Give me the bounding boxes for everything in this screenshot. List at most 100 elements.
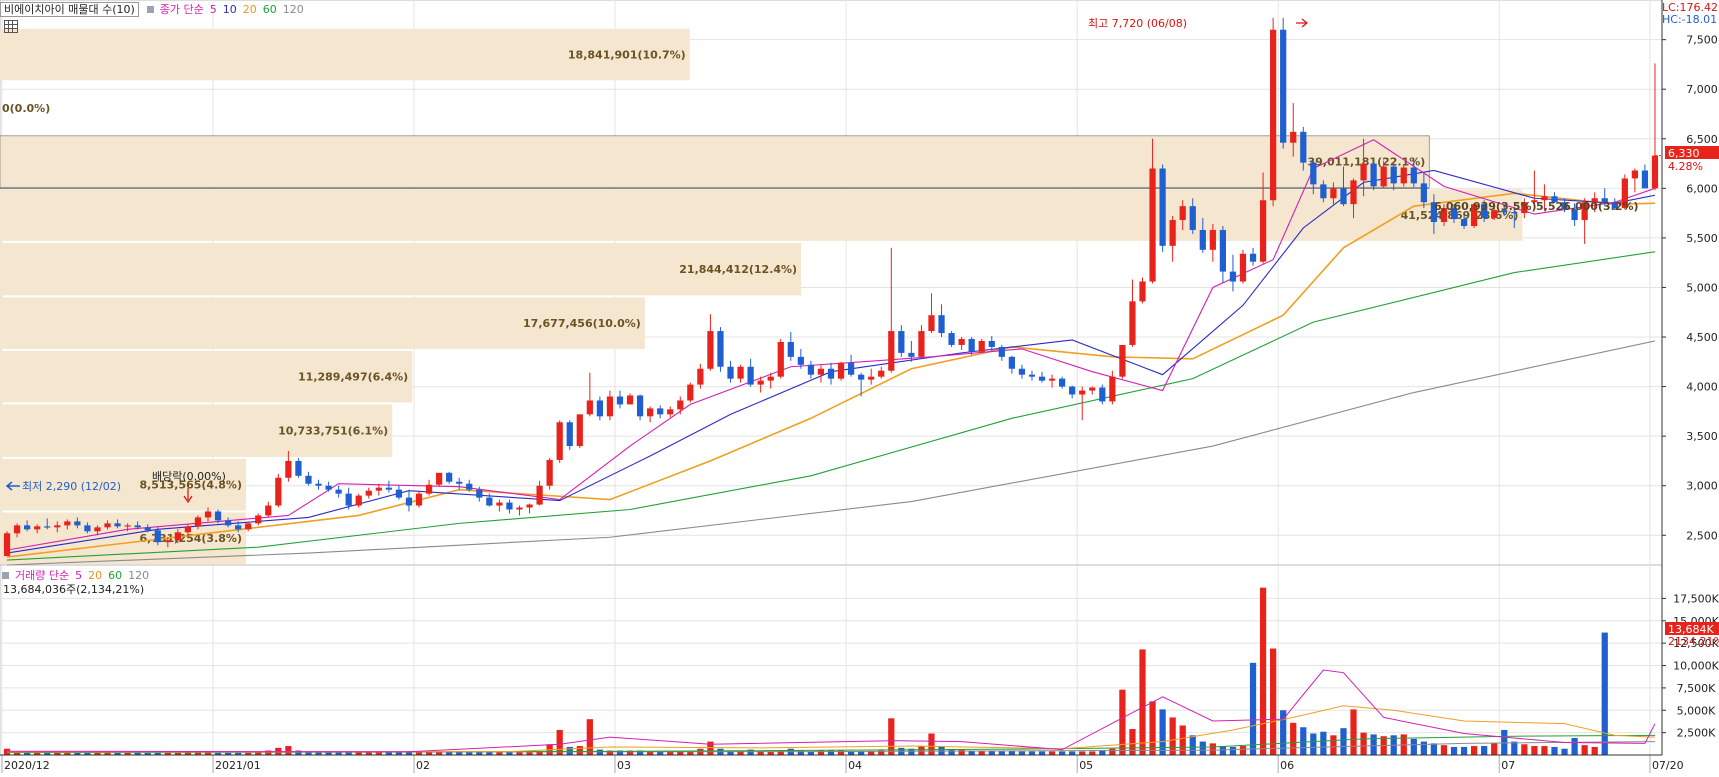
volume-moving-averages: [7, 669, 1656, 753]
candle-body: [1169, 220, 1176, 246]
volume-bar: [1340, 728, 1347, 755]
volume-bar: [1018, 751, 1026, 755]
x-tick-label: 07/20: [1652, 759, 1684, 772]
candle-body: [24, 525, 31, 530]
volume-bar: [1079, 751, 1086, 755]
price-tick-label: 2,500: [1686, 529, 1718, 542]
candle-body: [1290, 131, 1297, 143]
profile-bar: [0, 135, 1430, 188]
candle-body: [1129, 301, 1136, 345]
volume-grid: [0, 564, 1663, 756]
candle-body: [657, 408, 664, 415]
candle-body: [556, 422, 563, 460]
volume-bar: [285, 746, 292, 755]
volume-bar: [1581, 745, 1588, 755]
ticker-title[interactable]: 비에이치아이 매물대 수(10): [0, 2, 139, 17]
candle-body: [194, 517, 202, 527]
candle-body: [697, 368, 704, 385]
candle-body: [1330, 188, 1337, 199]
stock-chart[interactable]: 6,731,254(3.8%)8,513,565(4.8%)10,733,751…: [0, 0, 1719, 777]
current-price-change: 4.28%: [1668, 160, 1703, 173]
candle-body: [1249, 253, 1257, 262]
volume-bar: [1089, 751, 1096, 755]
candle-body: [3, 533, 11, 557]
candle-body: [1159, 168, 1166, 246]
price-tick-label: 3,500: [1686, 430, 1718, 443]
candle-body: [425, 484, 433, 494]
inline-profile-label-1: 6,060,939(3.5%): [1434, 200, 1537, 213]
volume-ma5-line: [7, 669, 1656, 753]
candle-body: [466, 483, 473, 490]
volume-bar: [918, 746, 925, 755]
candle-body: [1320, 184, 1327, 199]
candle-body: [858, 374, 865, 380]
candle-body: [255, 515, 262, 524]
current-volume-change: 2134.21%: [1668, 635, 1719, 648]
price-tick-label: 3,000: [1686, 480, 1718, 493]
candle-body: [1460, 219, 1468, 226]
candle-body: [807, 364, 815, 375]
candle-body: [496, 502, 503, 506]
candle-body: [707, 331, 714, 369]
volume-bar: [1249, 662, 1257, 755]
candle-body: [888, 331, 895, 371]
candle-body: [1018, 368, 1026, 375]
volume-bar: [1420, 741, 1427, 755]
candle-body: [727, 366, 734, 379]
profile-label: 17,677,456(10.0%): [523, 317, 641, 330]
candle-body: [636, 395, 644, 417]
candle-body: [1089, 387, 1096, 391]
candle-body: [1109, 376, 1116, 402]
candle-body: [104, 523, 111, 528]
volume-bar: [1219, 746, 1227, 755]
volume-bar: [1320, 731, 1327, 755]
profile-label: 21,844,412(12.4%): [679, 263, 797, 276]
volume-bar: [1119, 689, 1126, 755]
volume-bar: [1601, 632, 1608, 755]
candle-body: [797, 356, 804, 365]
candle-body: [305, 475, 312, 484]
volume-bar: [1239, 746, 1247, 755]
volume-bar: [1038, 751, 1046, 755]
hc-readout: HC:-18.01: [1662, 13, 1717, 26]
candle-body: [13, 525, 21, 534]
x-tick-label: 05: [1079, 759, 1093, 772]
candle-body: [647, 408, 654, 417]
candle-body: [616, 396, 624, 405]
candle-body: [737, 366, 744, 379]
volume-bar: [1430, 743, 1438, 755]
volume-bar: [1310, 733, 1317, 755]
price-tick-label: 4,500: [1686, 331, 1718, 344]
candle-body: [214, 511, 222, 521]
volume-bar: [1028, 751, 1036, 755]
table-grid-icon[interactable]: [4, 20, 18, 33]
candle-body: [134, 525, 141, 528]
candle-body: [908, 352, 915, 357]
candle-body: [154, 530, 161, 543]
volume-bar: [1460, 746, 1468, 755]
candle-body: [144, 527, 151, 531]
volume-bar: [948, 749, 955, 755]
candle-body: [827, 368, 835, 379]
candle-body: [978, 340, 985, 352]
candle-body: [878, 370, 885, 377]
candle-body: [586, 400, 593, 415]
candle-body: [315, 483, 322, 486]
volume-bar: [1591, 746, 1598, 755]
candle-body: [516, 507, 523, 510]
candle-body: [767, 376, 774, 381]
candle-body: [54, 525, 61, 528]
volume-bar: [958, 749, 965, 755]
volume-bar: [1531, 746, 1538, 755]
volume-bar: [1551, 746, 1558, 755]
volume-bar: [1199, 741, 1206, 755]
volume-bar: [1350, 709, 1357, 755]
candle-body: [114, 523, 121, 527]
candle-body: [747, 366, 754, 385]
candle-body: [365, 490, 372, 496]
ma-legend-10: 10: [222, 3, 237, 16]
candle-body: [34, 526, 41, 530]
candle-body: [506, 502, 513, 510]
profile-label: 11,289,497(6.4%): [298, 371, 408, 384]
candle-body: [1340, 188, 1347, 205]
